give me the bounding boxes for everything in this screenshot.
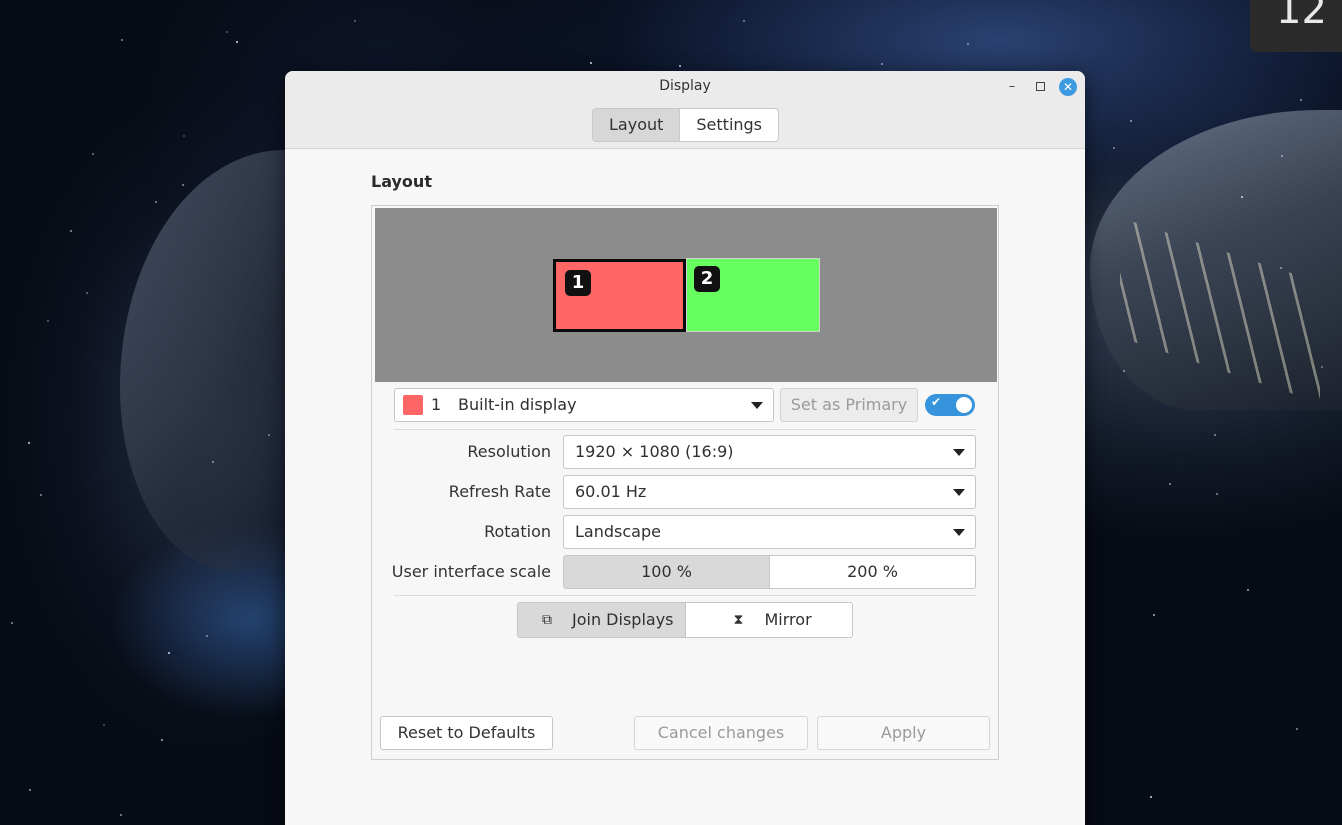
chevron-down-icon [953, 449, 965, 456]
display-color-swatch [403, 395, 423, 415]
monitor-1-badge: 1 [565, 270, 591, 296]
star [678, 64, 681, 67]
star [120, 39, 123, 42]
star [226, 30, 229, 33]
star [589, 62, 592, 65]
ui-scale-option-100[interactable]: 100 % [564, 556, 770, 588]
desktop-corner-widget: 12 [1250, 0, 1342, 52]
chevron-down-icon [953, 529, 965, 536]
resolution-select[interactable]: 1920 × 1080 (16:9) [563, 435, 976, 469]
rotation-label: Rotation [484, 522, 551, 541]
maximize-button[interactable] [1031, 78, 1049, 96]
window-title: Display [659, 78, 711, 94]
display-name: Built-in display [458, 395, 577, 414]
star [47, 319, 50, 322]
chevron-down-icon [953, 489, 965, 496]
divider [394, 429, 976, 430]
divider [394, 595, 976, 596]
ui-scale-option-200[interactable]: 200 % [770, 556, 975, 588]
checkmark-icon: ✔ [931, 395, 942, 409]
close-icon: ✕ [1062, 80, 1074, 94]
star [743, 19, 746, 22]
star [69, 229, 72, 232]
monitor-1[interactable]: 1 [553, 259, 686, 332]
close-button[interactable]: ✕ [1059, 78, 1077, 96]
star [268, 433, 271, 436]
star [154, 200, 157, 203]
monitor-2[interactable]: 2 [686, 258, 820, 332]
resolution-value: 1920 × 1080 (16:9) [575, 442, 734, 461]
layout-panel: 1 2 1 Built-in display Set as Primary ✔ … [371, 205, 999, 760]
display-number: 1 [431, 395, 442, 414]
mirror-icon: ⧗ [733, 612, 744, 628]
reset-to-defaults-button[interactable]: Reset to Defaults [380, 716, 553, 750]
toggle-knob [956, 397, 972, 413]
resolution-label: Resolution [467, 442, 551, 461]
star [880, 62, 883, 65]
rotation-value: Landscape [575, 522, 661, 541]
join-displays-label: Join Displays [572, 610, 674, 629]
star [28, 441, 31, 444]
star [1168, 482, 1171, 485]
maximize-icon [1035, 82, 1045, 91]
window-titlebar[interactable]: Display – ✕ Layout Settings [285, 71, 1085, 149]
refresh-rate-select[interactable]: 60.01 Hz [563, 475, 976, 509]
minimize-button[interactable]: – [1003, 78, 1021, 96]
tab-bar: Layout Settings [592, 108, 780, 142]
minimize-icon: – [1008, 79, 1016, 94]
section-title-layout: Layout [371, 172, 432, 191]
chevron-down-icon [751, 402, 763, 409]
join-displays-button[interactable]: ⧉ Join Displays [518, 603, 686, 637]
star [91, 153, 94, 156]
display-settings-window: Display – ✕ Layout Settings Layout 1 2 1… [285, 71, 1085, 825]
mirror-label: Mirror [764, 610, 812, 629]
desktop-corner-text: 12 [1276, 0, 1327, 33]
set-as-primary-button[interactable]: Set as Primary [780, 388, 918, 422]
tab-settings[interactable]: Settings [680, 109, 778, 141]
tab-layout[interactable]: Layout [593, 109, 681, 141]
apply-button[interactable]: Apply [817, 716, 990, 750]
monitor-arrangement-area[interactable]: 1 2 [375, 208, 997, 382]
display-enabled-toggle[interactable]: ✔ [925, 394, 975, 416]
star [39, 493, 42, 496]
display-select[interactable]: 1 Built-in display [394, 388, 774, 422]
join-displays-icon: ⧉ [542, 612, 552, 628]
mirror-button[interactable]: ⧗ Mirror [686, 603, 853, 637]
refresh-rate-label: Refresh Rate [448, 482, 551, 501]
star [28, 788, 31, 791]
refresh-rate-value: 60.01 Hz [575, 482, 647, 501]
display-mode-selector: ⧉ Join Displays ⧗ Mirror [517, 602, 853, 638]
star [1129, 119, 1132, 122]
star [211, 460, 214, 463]
star [1112, 146, 1115, 149]
star [167, 652, 170, 655]
ui-scale-label: User interface scale [391, 562, 551, 581]
cancel-changes-button[interactable]: Cancel changes [634, 716, 808, 750]
star [967, 42, 970, 45]
monitor-2-badge: 2 [694, 266, 720, 292]
ui-scale-selector: 100 % 200 % [563, 555, 976, 589]
rotation-select[interactable]: Landscape [563, 515, 976, 549]
